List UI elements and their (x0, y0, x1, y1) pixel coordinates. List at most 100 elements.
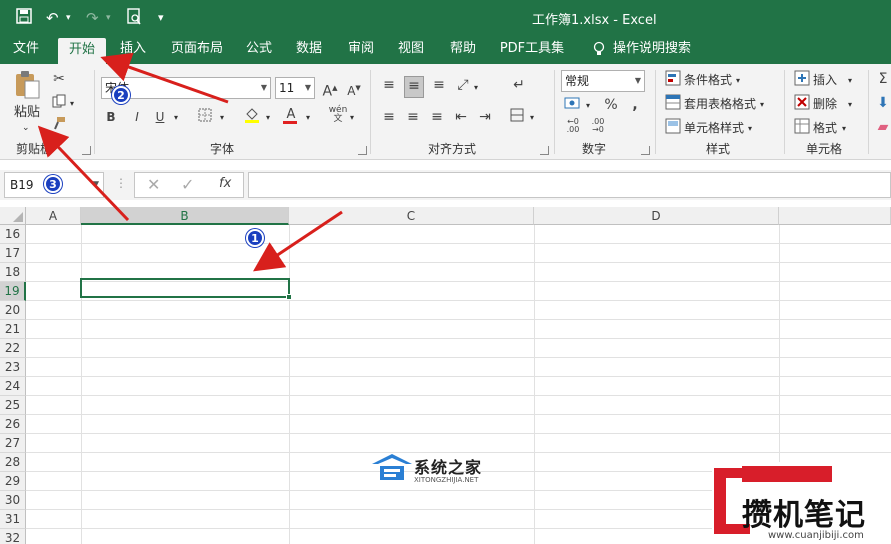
paste-dropdown-icon[interactable]: ⌄ (22, 120, 30, 136)
alignment-launcher-icon[interactable] (540, 146, 549, 155)
fill-color-dropdown-icon[interactable]: ▾ (266, 110, 270, 126)
row-header-25[interactable]: 25 (0, 396, 26, 415)
insert-function-button[interactable]: fx (219, 176, 231, 191)
format-painter-icon[interactable] (50, 116, 68, 135)
column-header-a[interactable]: A (26, 207, 81, 225)
font-color-icon[interactable]: A (283, 106, 299, 124)
fill-color-icon[interactable] (243, 106, 261, 129)
comma-style-icon[interactable]: , (628, 96, 642, 114)
row-header-30[interactable]: 30 (0, 491, 26, 510)
insert-cells-icon[interactable] (793, 70, 811, 91)
clipboard-launcher-icon[interactable] (82, 146, 91, 155)
column-header-b[interactable]: B (81, 207, 289, 225)
delete-cells-icon[interactable] (793, 94, 811, 115)
bold-button[interactable]: B (104, 108, 118, 126)
print-preview-icon[interactable] (126, 8, 142, 31)
row-header-22[interactable]: 22 (0, 339, 26, 358)
tab-view[interactable]: 视图 (390, 36, 432, 64)
number-format-combobox[interactable]: 常规 ▼ (561, 70, 645, 92)
delete-cells-button[interactable]: 删除 (813, 96, 837, 112)
row-header-20[interactable]: 20 (0, 301, 26, 320)
row-header-21[interactable]: 21 (0, 320, 26, 339)
borders-icon[interactable] (196, 108, 214, 127)
fill-icon[interactable]: ⬇ (876, 94, 890, 112)
number-launcher-icon[interactable] (641, 146, 650, 155)
tab-insert[interactable]: 插入 (112, 36, 154, 64)
increase-font-icon[interactable]: A▲ (322, 79, 338, 101)
column-header-e[interactable] (779, 207, 891, 225)
italic-button[interactable]: I (130, 108, 144, 126)
font-launcher-icon[interactable] (358, 146, 367, 155)
paste-icon[interactable] (12, 70, 42, 100)
underline-button[interactable]: U (153, 108, 167, 126)
font-color-dropdown-icon[interactable]: ▾ (306, 110, 310, 126)
orientation-dropdown-icon[interactable]: ▾ (474, 80, 478, 96)
save-icon[interactable] (16, 8, 32, 29)
merge-dropdown-icon[interactable]: ▾ (530, 110, 534, 126)
row-header-24[interactable]: 24 (0, 377, 26, 396)
tab-data[interactable]: 数据 (288, 36, 330, 64)
tab-pdf-tools[interactable]: PDF工具集 (494, 36, 570, 64)
tell-me-search[interactable]: 操作说明搜索 (612, 36, 692, 64)
row-header-16[interactable]: 16 (0, 225, 26, 244)
align-left-icon[interactable]: ≡ (380, 108, 398, 126)
row-header-17[interactable]: 17 (0, 244, 26, 263)
customize-qa-icon[interactable]: ▾ (158, 8, 164, 28)
fill-handle[interactable] (286, 294, 292, 300)
percent-icon[interactable]: % (603, 96, 619, 114)
tab-home[interactable]: 开始 (58, 38, 106, 64)
column-header-d[interactable]: D (534, 207, 779, 225)
align-right-icon[interactable]: ≡ (428, 108, 446, 126)
underline-dropdown-icon[interactable]: ▾ (174, 110, 178, 126)
borders-dropdown-icon[interactable]: ▾ (220, 110, 224, 126)
row-header-28[interactable]: 28 (0, 453, 26, 472)
copy-dropdown-icon[interactable]: ▾ (70, 96, 74, 112)
format-as-table-button[interactable]: 套用表格格式 (684, 96, 756, 112)
orientation-icon[interactable]: ⤢ (454, 76, 472, 94)
conditional-format-icon[interactable] (664, 70, 682, 91)
cell-styles-button[interactable]: 单元格样式 (684, 120, 744, 136)
cell-styles-icon[interactable] (664, 118, 682, 139)
increase-decimal-icon[interactable]: ←0.00 (563, 118, 583, 134)
tab-review[interactable]: 审阅 (340, 36, 382, 64)
merge-center-icon[interactable] (508, 108, 526, 127)
selected-cell-b19[interactable] (80, 278, 290, 298)
increase-indent-icon[interactable]: ⇥ (476, 108, 494, 126)
select-all-button[interactable] (0, 207, 26, 225)
align-center-icon[interactable]: ≡ (404, 108, 422, 126)
align-bottom-icon[interactable]: ≡ (430, 76, 448, 94)
column-header-c[interactable]: C (289, 207, 534, 225)
phonetic-dropdown-icon[interactable]: ▾ (350, 110, 354, 126)
align-top-icon[interactable]: ≡ (380, 76, 398, 94)
format-as-table-icon[interactable] (664, 94, 682, 115)
autosum-icon[interactable]: Σ (876, 70, 890, 88)
row-header-18[interactable]: 18 (0, 263, 26, 282)
formula-input[interactable] (248, 172, 891, 198)
decrease-decimal-icon[interactable]: .00 →0 (588, 118, 608, 134)
undo-dropdown-icon[interactable]: ▾ (66, 8, 71, 28)
wrap-text-icon[interactable]: ↵ (510, 76, 528, 94)
tab-formulas[interactable]: 公式 (238, 36, 280, 64)
accounting-dropdown-icon[interactable]: ▾ (586, 98, 590, 114)
row-header-31[interactable]: 31 (0, 510, 26, 529)
cut-icon[interactable]: ✂ (50, 70, 68, 88)
tab-file[interactable]: 文件 (4, 36, 48, 64)
paste-button[interactable]: 粘贴 (14, 105, 40, 121)
copy-icon[interactable] (50, 94, 68, 113)
tab-page-layout[interactable]: 页面布局 (164, 36, 230, 64)
font-size-combobox[interactable]: 11 ▼ (275, 77, 315, 99)
row-header-26[interactable]: 26 (0, 415, 26, 434)
insert-cells-button[interactable]: 插入 (813, 72, 837, 88)
phonetic-icon[interactable]: wén 文 (328, 106, 348, 124)
undo-icon[interactable]: ↶ (46, 8, 59, 28)
tab-help[interactable]: 帮助 (442, 36, 484, 64)
format-cells-button[interactable]: 格式 (813, 120, 837, 136)
decrease-indent-icon[interactable]: ⇤ (452, 108, 470, 126)
row-header-19[interactable]: 19 (0, 282, 26, 301)
accounting-format-icon[interactable] (563, 96, 581, 115)
clear-icon[interactable]: ▰ (876, 118, 890, 136)
row-header-32[interactable]: 32 (0, 529, 26, 544)
align-middle-icon[interactable]: ≡ (404, 76, 424, 98)
row-header-27[interactable]: 27 (0, 434, 26, 453)
row-header-23[interactable]: 23 (0, 358, 26, 377)
